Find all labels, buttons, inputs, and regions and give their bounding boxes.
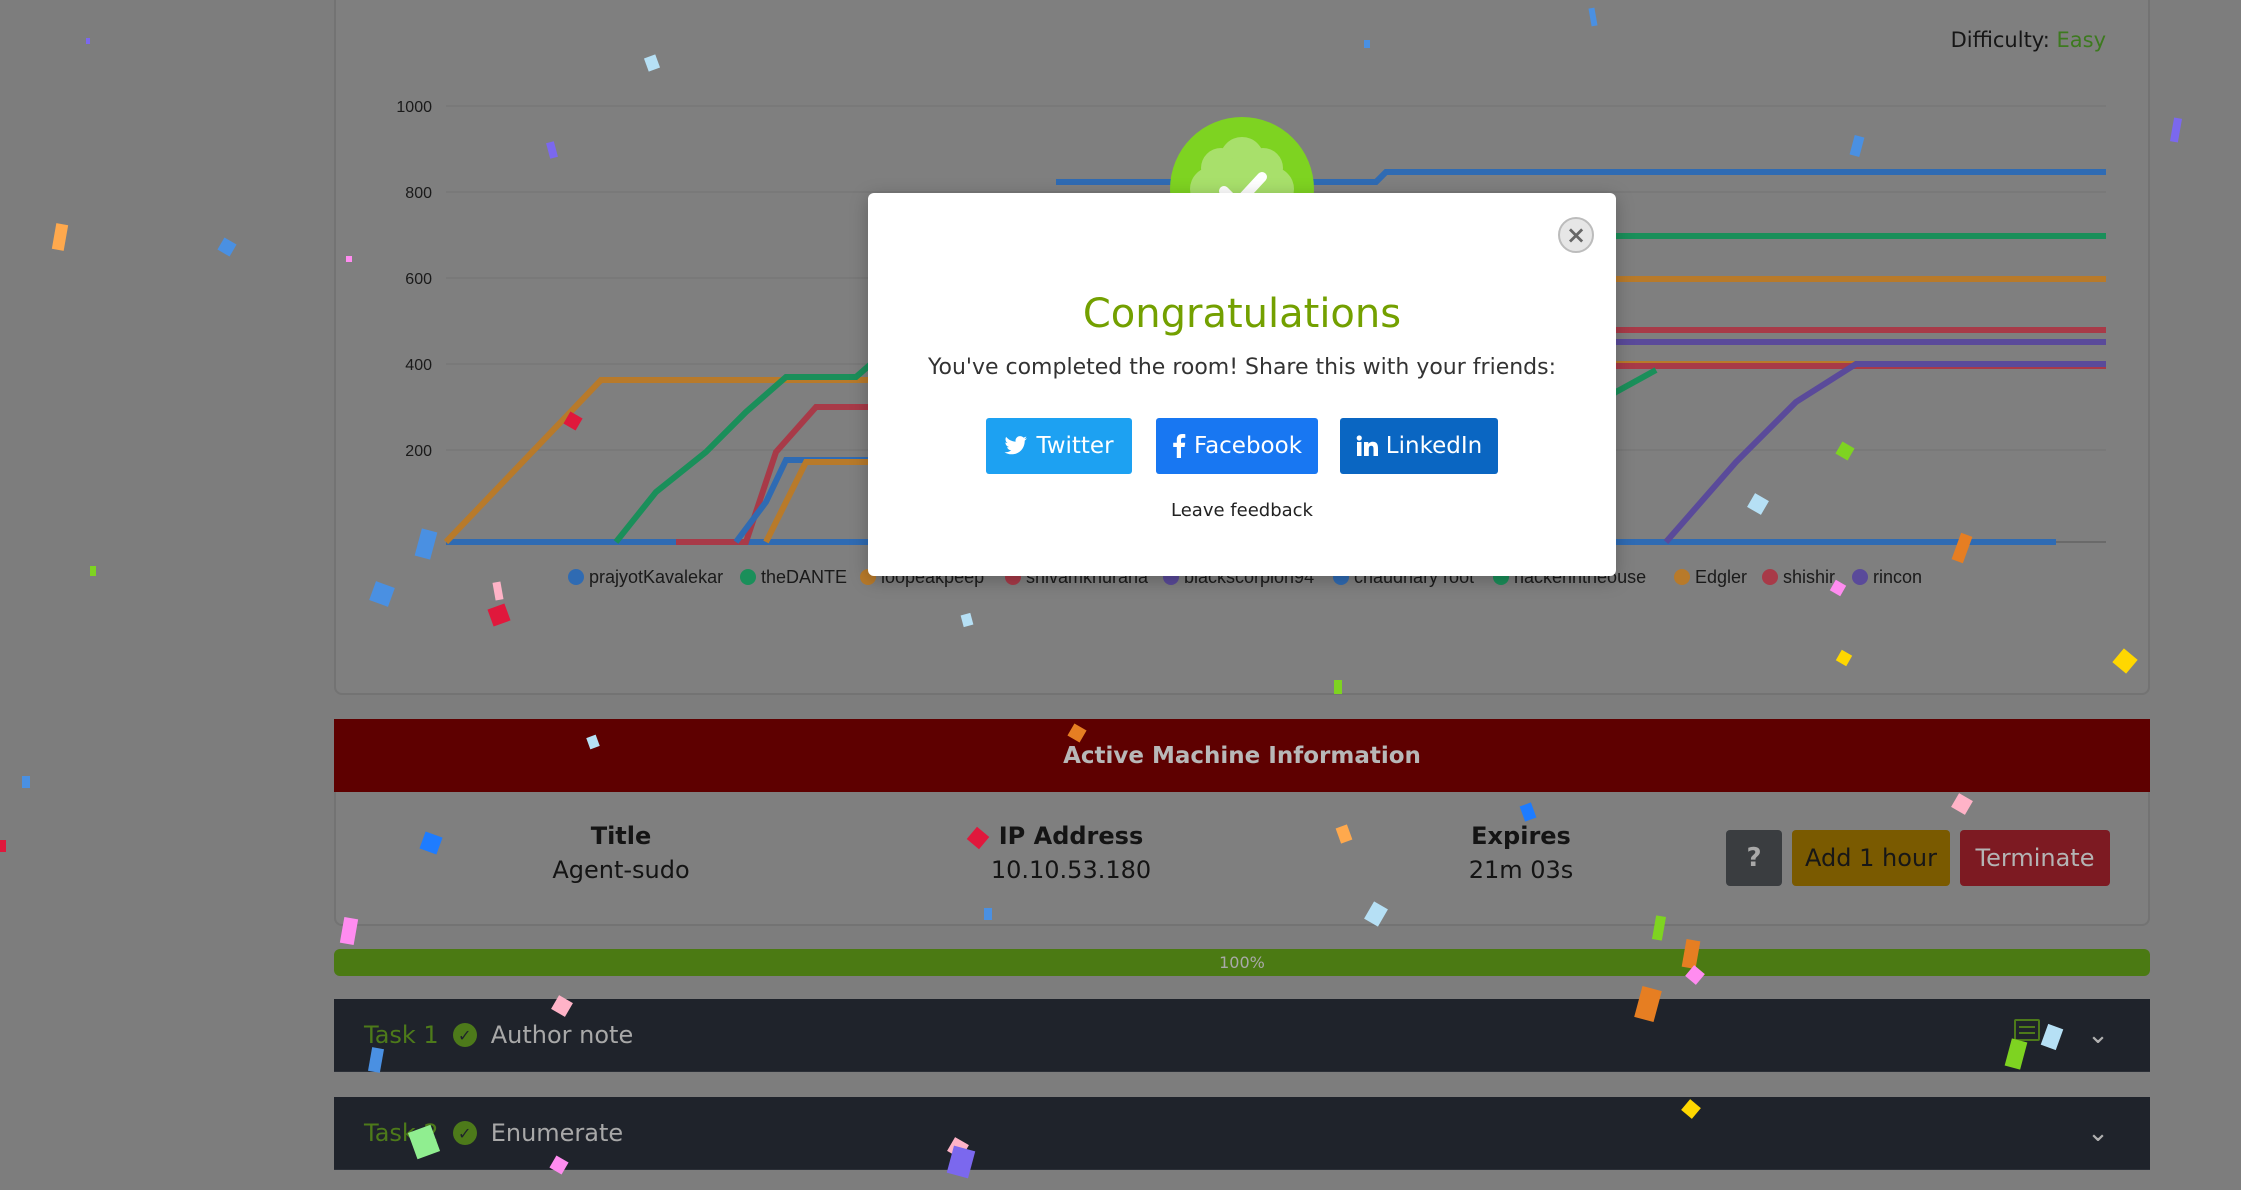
modal-message: You've completed the room! Share this wi… <box>927 355 1557 380</box>
share-twitter-button[interactable]: Twitter <box>986 418 1132 474</box>
twitter-icon <box>1004 436 1028 455</box>
share-twitter-label: Twitter <box>1036 433 1114 459</box>
share-linkedin-label: LinkedIn <box>1385 433 1483 459</box>
close-icon[interactable]: × <box>1558 217 1594 253</box>
facebook-icon <box>1173 434 1186 458</box>
modal-title: Congratulations <box>1082 291 1402 337</box>
share-facebook-button[interactable]: Facebook <box>1156 418 1318 474</box>
share-facebook-label: Facebook <box>1193 433 1303 459</box>
leave-feedback-link[interactable]: Leave feedback <box>868 500 1616 521</box>
linkedin-icon <box>1356 435 1378 456</box>
completion-modal: × Congratulations You've completed the r… <box>868 193 1616 576</box>
confetti-overlay <box>0 7 2183 1179</box>
share-linkedin-button[interactable]: LinkedIn <box>1340 418 1498 474</box>
